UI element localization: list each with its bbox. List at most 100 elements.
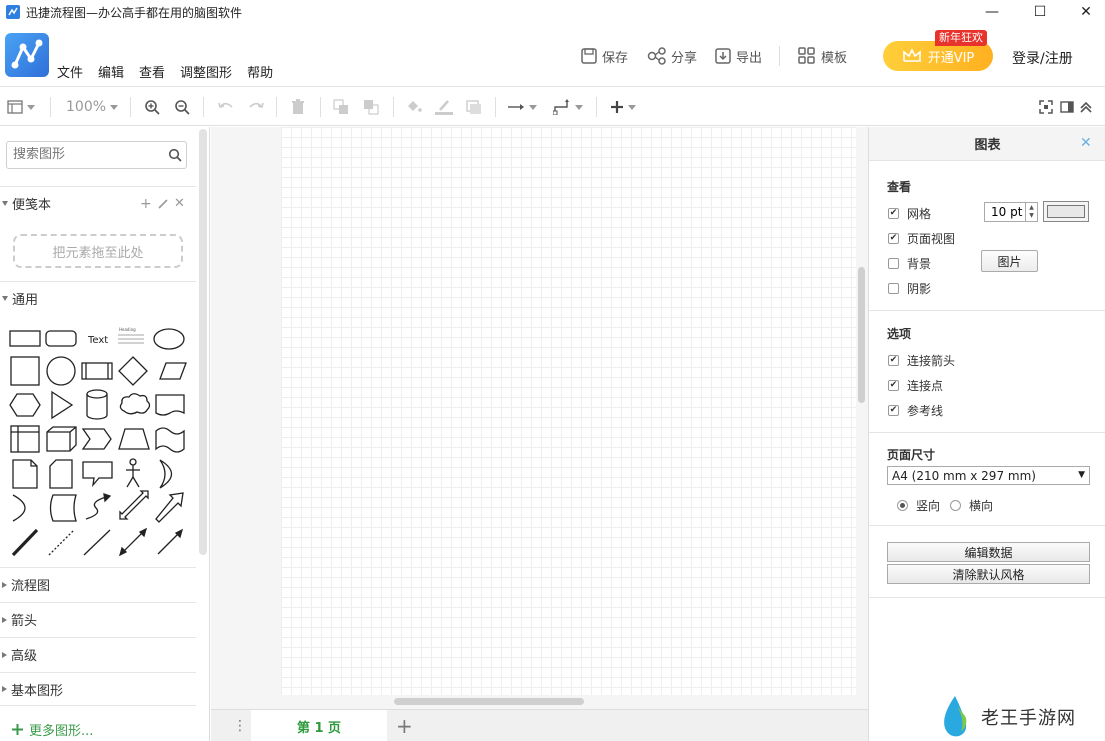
maximize-button[interactable]: ☐ bbox=[1017, 0, 1063, 24]
panel-close-button[interactable]: ✕ bbox=[1080, 135, 1092, 151]
shape-line[interactable] bbox=[83, 529, 111, 556]
shape-delay[interactable] bbox=[12, 494, 26, 522]
shape-note[interactable] bbox=[12, 459, 38, 489]
guides-option[interactable]: ✔ 参考线 bbox=[888, 402, 943, 419]
shape-parallelogram[interactable] bbox=[159, 362, 187, 380]
connection-points-option[interactable]: ✔ 连接点 bbox=[888, 377, 943, 394]
shape-rounded-rectangle[interactable] bbox=[45, 330, 77, 347]
guides-checkbox[interactable]: ✔ bbox=[888, 405, 899, 416]
fullscreen-button[interactable] bbox=[1039, 97, 1053, 117]
shape-triangle[interactable] bbox=[51, 390, 74, 420]
portrait-radio[interactable] bbox=[897, 500, 908, 511]
section-flowchart[interactable]: 流程图 bbox=[0, 567, 196, 601]
shape-search-box[interactable] bbox=[6, 141, 187, 169]
fill-color-button[interactable] bbox=[405, 97, 423, 117]
shape-cloud[interactable] bbox=[119, 393, 151, 415]
undo-button[interactable] bbox=[217, 97, 235, 117]
canvas-horizontal-scrollbar[interactable] bbox=[394, 698, 584, 705]
shape-data-storage[interactable] bbox=[49, 494, 77, 522]
shape-curve[interactable] bbox=[85, 496, 107, 520]
page-view-checkbox[interactable]: ✔ bbox=[888, 233, 899, 244]
background-option[interactable]: 背景 bbox=[888, 255, 931, 272]
diagram-canvas[interactable] bbox=[211, 127, 868, 709]
page-size-select[interactable]: A4 (210 mm x 297 mm) ▼ bbox=[887, 466, 1090, 485]
shape-tape[interactable] bbox=[155, 427, 185, 453]
grid-size-input[interactable] bbox=[984, 202, 1026, 222]
section-advanced[interactable]: 高级 bbox=[0, 637, 196, 671]
more-shapes-button[interactable]: 更多图形... bbox=[12, 720, 93, 739]
menu-help[interactable]: 帮助 bbox=[247, 62, 273, 81]
waypoint-style-button[interactable] bbox=[553, 97, 583, 117]
orientation-portrait-option[interactable]: 竖向 bbox=[897, 497, 940, 514]
shape-trapezoid[interactable] bbox=[118, 428, 150, 450]
zoom-in-button[interactable] bbox=[144, 97, 160, 117]
search-icon[interactable] bbox=[168, 148, 182, 162]
insert-button[interactable] bbox=[610, 97, 636, 117]
canvas-page[interactable] bbox=[281, 127, 856, 695]
connection-points-checkbox[interactable]: ✔ bbox=[888, 380, 899, 391]
background-checkbox[interactable] bbox=[888, 258, 899, 269]
shape-diamond[interactable] bbox=[118, 356, 148, 386]
grid-option[interactable]: ✔ 网格 bbox=[888, 205, 931, 222]
export-button[interactable]: 导出 bbox=[714, 46, 762, 66]
shape-bidirectional-connector[interactable] bbox=[118, 527, 148, 557]
canvas-vertical-scrollbar[interactable] bbox=[858, 267, 865, 403]
to-front-button[interactable] bbox=[333, 97, 349, 117]
shape-or[interactable] bbox=[159, 459, 173, 489]
shadow-option[interactable]: 阴影 bbox=[888, 280, 931, 297]
shape-text[interactable]: Text bbox=[87, 335, 108, 346]
connection-arrows-checkbox[interactable]: ✔ bbox=[888, 355, 899, 366]
edit-data-button[interactable]: 编辑数据 bbox=[887, 542, 1090, 562]
panel-toggle-button[interactable] bbox=[7, 97, 35, 117]
scratchpad-edit-icon[interactable] bbox=[157, 198, 169, 210]
menu-arrange[interactable]: 调整图形 bbox=[180, 62, 232, 81]
sidebar-scrollbar[interactable] bbox=[199, 129, 207, 555]
grid-checkbox[interactable]: ✔ bbox=[888, 208, 899, 219]
shape-hexagon[interactable] bbox=[9, 393, 41, 417]
shape-dashed-line[interactable] bbox=[48, 529, 75, 556]
shape-actor[interactable] bbox=[126, 458, 140, 488]
shadow-checkbox[interactable] bbox=[888, 283, 899, 294]
scratchpad-add-icon[interactable]: + bbox=[140, 196, 152, 212]
grid-color-swatch[interactable] bbox=[1043, 201, 1089, 222]
share-button[interactable]: 分享 bbox=[647, 46, 697, 66]
delete-button[interactable] bbox=[291, 97, 305, 117]
shadow-button[interactable] bbox=[466, 97, 482, 117]
clear-default-style-button[interactable]: 清除默认风格 bbox=[887, 564, 1090, 584]
zoom-out-button[interactable] bbox=[174, 97, 190, 117]
format-panel-toggle[interactable] bbox=[1060, 97, 1074, 117]
scratchpad-close-icon[interactable]: ✕ bbox=[174, 196, 185, 211]
connection-arrows-option[interactable]: ✔ 连接箭头 bbox=[888, 352, 955, 369]
shape-directional-connector[interactable] bbox=[157, 528, 184, 555]
minimize-button[interactable]: — bbox=[969, 0, 1015, 24]
section-basic-shapes[interactable]: 基本图形 bbox=[0, 672, 196, 706]
connection-style-button[interactable] bbox=[507, 97, 537, 117]
shape-callout[interactable] bbox=[82, 461, 113, 488]
landscape-radio[interactable] bbox=[950, 500, 961, 511]
page-menu-button[interactable]: ⋮ bbox=[233, 718, 247, 734]
login-register-link[interactable]: 登录/注册 bbox=[1012, 48, 1073, 68]
page-view-option[interactable]: ✔ 页面视图 bbox=[888, 230, 955, 247]
collapse-toolbar-button[interactable] bbox=[1079, 97, 1093, 117]
shape-cube[interactable] bbox=[46, 426, 77, 452]
grid-size-stepper[interactable]: ▲ ▼ bbox=[1026, 202, 1038, 222]
close-window-button[interactable]: ✕ bbox=[1063, 0, 1105, 24]
orientation-landscape-option[interactable]: 横向 bbox=[950, 497, 993, 514]
shape-internal-storage[interactable] bbox=[10, 425, 40, 453]
to-back-button[interactable] bbox=[363, 97, 379, 117]
redo-button[interactable] bbox=[247, 97, 265, 117]
background-image-button[interactable]: 图片 bbox=[981, 250, 1038, 272]
search-input[interactable] bbox=[13, 147, 163, 162]
menu-view[interactable]: 查看 bbox=[139, 62, 165, 81]
section-scratchpad[interactable]: 便笺本 + ✕ bbox=[0, 186, 196, 220]
shape-cylinder[interactable] bbox=[86, 389, 108, 420]
line-color-button[interactable] bbox=[434, 97, 454, 117]
menu-file[interactable]: 文件 bbox=[57, 62, 83, 81]
shape-document[interactable] bbox=[155, 394, 185, 416]
section-general[interactable]: 通用 bbox=[0, 281, 196, 315]
menu-edit[interactable]: 编辑 bbox=[98, 62, 124, 81]
shape-textbox[interactable]: Heading bbox=[118, 327, 144, 344]
section-arrows[interactable]: 箭头 bbox=[0, 602, 196, 636]
add-page-button[interactable]: + bbox=[396, 714, 413, 738]
shape-rectangle[interactable] bbox=[9, 330, 41, 347]
